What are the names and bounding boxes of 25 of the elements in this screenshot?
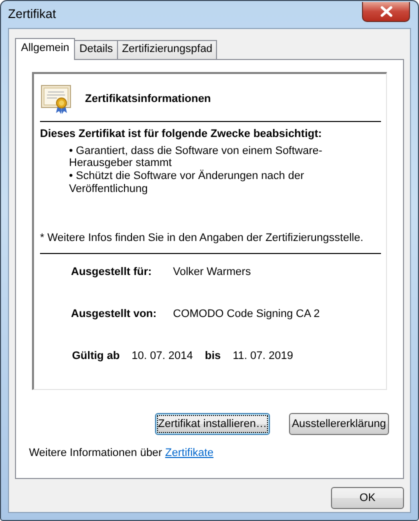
field-value: 11. 07. 2019 (232, 350, 294, 362)
certificates-link[interactable]: Zertifikate (165, 447, 214, 459)
info-text: Weitere Informationen über (29, 447, 162, 459)
field-value: 10. 07. 2014 (132, 350, 193, 362)
issuer-statement-button[interactable]: Ausstellererklärung (288, 413, 389, 435)
field-label: Gültig ab (72, 350, 120, 362)
field-value: Volker Warmers (173, 266, 251, 278)
field-value: COMODO Code Signing CA 2 (173, 308, 320, 320)
purpose-item: • Schützt die Software vor Änderungen nach der Veröffentlichung (69, 170, 305, 196)
tab[interactable]: Details (74, 40, 118, 59)
field-label: Ausgestellt für: (71, 266, 153, 278)
tab[interactable]: Zertifizierungspfad (116, 40, 218, 59)
window-title: Zertifikat (8, 7, 56, 22)
footnote-text: * Weitere Infos finden Sie in den Angaben der Zertifizierungsstelle. (40, 232, 364, 245)
field-label: Ausgestellt von: (71, 308, 158, 320)
purposes-heading: Dieses Zertifikat ist für folgende Zwecke beabsichtigt: (40, 128, 323, 141)
ok-button[interactable]: OK (331, 487, 404, 509)
install-button[interactable]: Zertifikat installieren… (155, 413, 270, 435)
certificate-icon (41, 84, 71, 114)
purpose-item: • Garantiert, dass die Software von einem Software-Herausgeber stammt (69, 144, 324, 170)
tab[interactable]: Allgemein (15, 38, 76, 60)
field-label: bis (204, 350, 221, 362)
close-button[interactable] (362, 2, 410, 22)
section-heading: Zertifikatsinformationen (85, 92, 211, 106)
close-icon (380, 6, 392, 16)
